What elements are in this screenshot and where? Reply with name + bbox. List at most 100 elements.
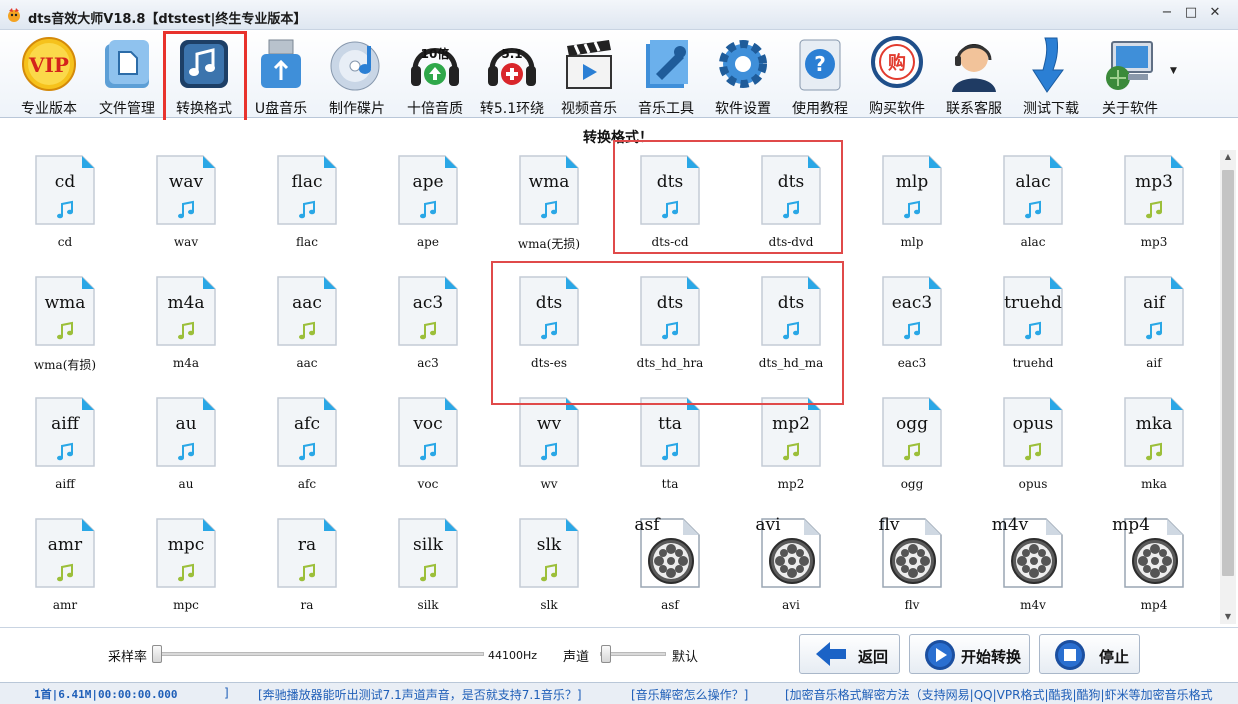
maximize-button[interactable]: □ <box>1180 4 1202 22</box>
format-item-voc[interactable]: voc voc <box>371 396 481 516</box>
format-item-flac[interactable]: flac flac <box>250 154 360 274</box>
format-item-amr[interactable]: amr amr <box>8 517 118 637</box>
app-window: dts音效大师V18.8【dtstest|终生专业版本】 − □ ✕ VIP 专… <box>0 0 1238 704</box>
stop-button[interactable]: 停止 <box>1039 634 1140 674</box>
format-item-silk[interactable]: silk silk <box>371 517 481 637</box>
format-caption: cd <box>57 235 73 249</box>
tool-label: 音乐工具 <box>638 101 694 117</box>
music-tools-icon <box>646 40 688 88</box>
format-item-mp2[interactable]: mp2 mp2 <box>734 396 844 516</box>
tool-label: 使用教程 <box>792 101 848 117</box>
format-item-wma-[interactable]: wma wma(有损) <box>8 275 118 395</box>
tool-tutorial[interactable]: ? 使用教程 <box>782 32 858 117</box>
format-item-mp3[interactable]: mp3 mp3 <box>1097 154 1207 274</box>
format-item-alac[interactable]: alac alac <box>976 154 1086 274</box>
format-extension: m4v <box>991 515 1029 535</box>
channel-slider-thumb[interactable] <box>601 645 611 663</box>
vertical-scrollbar[interactable]: ▲ ▼ <box>1220 150 1236 624</box>
format-item-ape[interactable]: ape ape <box>371 154 481 274</box>
sample-rate-slider-thumb[interactable] <box>152 645 162 663</box>
format-item-mlp[interactable]: mlp mlp <box>855 154 965 274</box>
back-button[interactable]: 返回 <box>799 634 900 674</box>
format-item-au[interactable]: au au <box>129 396 239 516</box>
format-extension: mp4 <box>1112 515 1150 535</box>
format-item-aiff[interactable]: aiff aiff <box>8 396 118 516</box>
scroll-down-icon[interactable]: ▼ <box>1220 610 1236 624</box>
format-item-cd[interactable]: cd cd <box>8 154 118 274</box>
format-extension: opus <box>1012 414 1054 434</box>
format-item-afc[interactable]: afc afc <box>250 396 360 516</box>
tool-burn-disc[interactable]: 制作碟片 <box>319 32 395 117</box>
start-convert-button[interactable]: 开始转换 <box>909 634 1030 674</box>
tool-video-music[interactable]: 视频音乐 <box>551 32 627 117</box>
format-extension: aif <box>1143 293 1165 313</box>
format-item-ac3[interactable]: ac3 ac3 <box>371 275 481 395</box>
tool-usb-music[interactable]: U盘音乐 <box>243 32 319 117</box>
tool-pro-version[interactable]: VIP 专业版本 <box>11 32 87 117</box>
format-item-flv[interactable]: flv flv <box>855 515 965 637</box>
format-caption: slk <box>540 598 558 612</box>
toolbar-overflow-icon[interactable]: ▼ <box>1170 66 1177 76</box>
tool-label: U盘音乐 <box>254 101 308 117</box>
format-item-aac[interactable]: aac aac <box>250 275 360 395</box>
sample-rate-label: 采样率 <box>108 650 148 665</box>
format-item-wav[interactable]: wav wav <box>129 154 239 274</box>
tool-convert-format[interactable]: 转换格式 <box>163 31 247 126</box>
sample-rate-slider[interactable] <box>152 652 484 656</box>
format-item-mp4[interactable]: mp4 mp4 <box>1097 515 1207 637</box>
tool-about[interactable]: 关于软件 <box>1092 32 1168 117</box>
tool-music-tools[interactable]: 音乐工具 <box>628 32 704 117</box>
start-convert-label: 开始转换 <box>961 648 1022 666</box>
format-caption: m4v <box>1020 598 1046 612</box>
format-item-mka[interactable]: mka mka <box>1097 396 1207 516</box>
format-caption: mpc <box>173 598 199 612</box>
tool-label: 联系客服 <box>946 101 1002 117</box>
format-item-asf[interactable]: asf asf <box>613 515 723 637</box>
app-logo-icon <box>8 8 20 22</box>
format-extension: ra <box>297 535 317 555</box>
channel-value: 默认 <box>672 650 699 665</box>
minimize-button[interactable]: − <box>1156 4 1178 22</box>
format-extension: mlp <box>895 172 929 192</box>
format-item-aif[interactable]: aif aif <box>1097 275 1207 395</box>
tool-10x-quality[interactable]: 10倍 十倍音质 <box>397 32 473 117</box>
buy-badge: 购 <box>888 52 906 74</box>
format-item-opus[interactable]: opus opus <box>976 396 1086 516</box>
format-item-mpc[interactable]: mpc mpc <box>129 517 239 637</box>
format-item-m4a[interactable]: m4a m4a <box>129 275 239 395</box>
vip-text: VIP <box>28 53 69 77</box>
headphones-10x-icon: 10倍 <box>411 46 459 86</box>
scrollbar-thumb[interactable] <box>1222 170 1234 576</box>
format-item-m4v[interactable]: m4v m4v <box>976 515 1086 637</box>
format-extension: eac3 <box>891 293 933 313</box>
status-link-71-channel[interactable]: [奔驰播放器能听出测试7.1声道声音，是否就支持7.1音乐？] <box>258 686 582 703</box>
format-item-truehd[interactable]: truehd truehd <box>976 275 1086 395</box>
format-item-wma-[interactable]: wma wma(无损) <box>492 154 602 274</box>
scroll-up-icon[interactable]: ▲ <box>1220 150 1236 164</box>
tool-buy[interactable]: 购 购买软件 <box>859 32 935 117</box>
status-link-decrypt-method[interactable]: [加密音乐格式解密方法（支持网易|QQ|VPR格式|酷我|酷狗|虾米等加密音乐格… <box>785 686 1213 703</box>
main-toolbar: VIP 专业版本 文件管理 转换格式 U盘音乐 制作碟片 10倍 十倍音质 5.… <box>0 30 1238 126</box>
format-item-eac3[interactable]: eac3 eac3 <box>855 275 965 395</box>
tool-label: 转5.1环绕 <box>479 101 545 117</box>
format-item-ogg[interactable]: ogg ogg <box>855 396 965 516</box>
format-extension: wma <box>528 172 570 192</box>
tool-51-surround[interactable]: 5.1 转5.1环绕 <box>474 32 550 117</box>
close-button[interactable]: ✕ <box>1204 4 1226 22</box>
status-link-decrypt[interactable]: [音乐解密怎么操作？] <box>631 686 748 703</box>
tool-customer-service[interactable]: 联系客服 <box>936 32 1012 117</box>
tool-test-download[interactable]: 测试下载 <box>1013 32 1089 117</box>
format-caption: aif <box>1146 356 1162 370</box>
badge-10x: 10倍 <box>421 46 450 61</box>
format-extension: mka <box>1135 414 1173 434</box>
format-item-slk[interactable]: slk slk <box>492 517 602 637</box>
window-title: dts音效大师V18.8【dtstest|终生专业版本】 <box>28 12 307 27</box>
tool-settings[interactable]: 软件设置 <box>705 32 781 117</box>
format-item-ra[interactable]: ra ra <box>250 517 360 637</box>
format-item-tta[interactable]: tta tta <box>613 396 723 516</box>
format-extension: mp2 <box>772 414 810 434</box>
format-item-wv[interactable]: wv wv <box>492 396 602 516</box>
format-item-avi[interactable]: avi avi <box>734 515 844 637</box>
tool-file-manager[interactable]: 文件管理 <box>89 32 165 117</box>
format-extension: slk <box>536 535 562 555</box>
